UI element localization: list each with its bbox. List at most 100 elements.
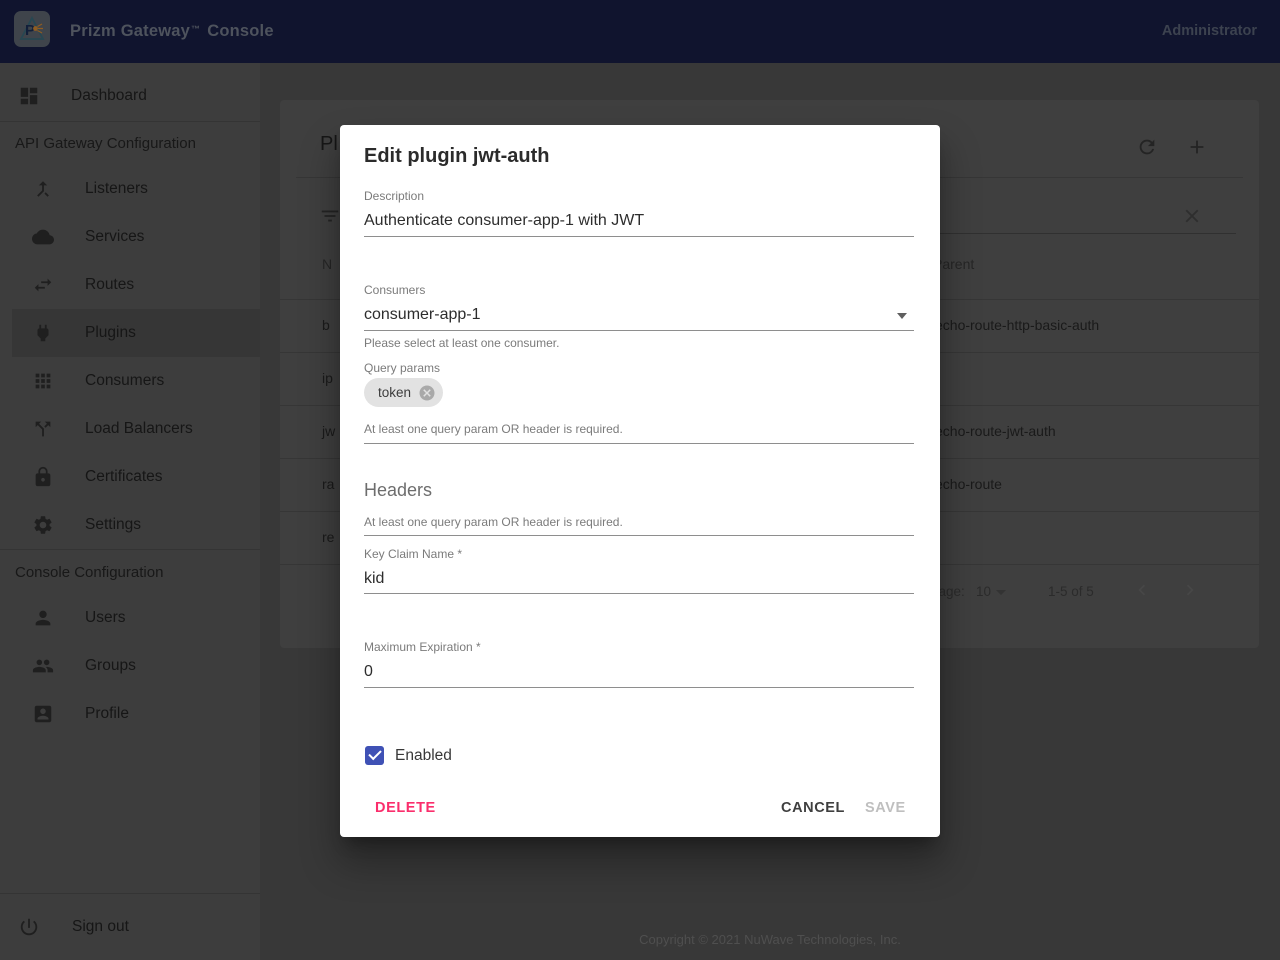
sidebar-item-label: Certificates — [85, 468, 163, 486]
table-row-parent[interactable]: echo-route — [935, 476, 1002, 492]
sidebar-item-profile[interactable]: Profile — [0, 690, 260, 738]
refresh-icon[interactable] — [1136, 136, 1158, 158]
trademark: ™ — [191, 24, 200, 34]
delete-button[interactable]: DELETE — [375, 800, 436, 816]
sidebar-item-users[interactable]: Users — [0, 594, 260, 642]
chip-remove-icon[interactable] — [418, 384, 436, 402]
apps-grid-icon — [32, 370, 54, 392]
cloud-icon — [32, 226, 54, 248]
page-previous-icon[interactable] — [1131, 579, 1153, 601]
key-claim-name-label: Key Claim Name * — [364, 547, 462, 561]
sidebar-item-label: Dashboard — [71, 87, 147, 105]
per-page-caret-icon[interactable] — [996, 590, 1006, 595]
chevron-down-icon[interactable] — [897, 313, 907, 319]
sidebar-item-label: Users — [85, 609, 125, 627]
per-page-select[interactable]: 10 — [976, 584, 991, 599]
divider — [0, 549, 260, 550]
sidebar-item-routes[interactable]: Routes — [0, 261, 260, 309]
call-split-icon — [32, 418, 54, 440]
consumers-label: Consumers — [364, 283, 425, 297]
copyright-text: Copyright © 2021 NuWave Technologies, In… — [260, 932, 1280, 947]
sidebar-item-plugins[interactable]: Plugins — [0, 309, 260, 357]
prizm-logo-icon: P — [14, 11, 50, 47]
pagination-range: 1-5 of 5 — [1048, 584, 1094, 599]
description-input[interactable]: Authenticate consumer-app-1 with JWT — [364, 212, 644, 230]
sidebar-item-groups[interactable]: Groups — [0, 642, 260, 690]
cancel-button[interactable]: CANCEL — [781, 800, 845, 816]
consumers-hint: Please select at least one consumer. — [364, 336, 559, 350]
field-underline — [364, 443, 914, 444]
save-button[interactable]: SAVE — [865, 800, 906, 816]
dialog-title: Edit plugin jwt-auth — [364, 145, 550, 168]
query-param-chip[interactable]: token — [364, 378, 443, 407]
query-params-hint: At least one query param OR header is re… — [364, 422, 623, 436]
headers-hint: At least one query param OR header is re… — [364, 515, 623, 529]
sidebar-item-listeners[interactable]: Listeners — [0, 165, 260, 213]
table-row-name[interactable]: ra — [322, 476, 334, 492]
sign-out-button[interactable]: Sign out — [0, 903, 260, 951]
add-icon[interactable] — [1186, 136, 1208, 158]
sidebar-item-label: Profile — [85, 705, 129, 723]
key-claim-name-input[interactable]: kid — [364, 570, 384, 588]
page-title: Pl — [320, 133, 338, 156]
brand-name: Prizm Gateway — [70, 22, 190, 41]
dashboard-icon — [18, 85, 40, 107]
sidebar-item-dashboard[interactable]: Dashboard — [0, 72, 260, 120]
sidebar-item-label: Consumers — [85, 372, 164, 390]
merge-icon — [32, 178, 54, 200]
screen: P Prizm Gateway™ Console Administrator D… — [0, 0, 1280, 960]
plug-icon — [32, 322, 54, 344]
field-underline — [364, 593, 914, 594]
gear-icon — [32, 514, 54, 536]
enabled-checkbox[interactable] — [365, 746, 384, 765]
sidebar-item-label: Plugins — [85, 324, 136, 342]
consumers-select[interactable]: consumer-app-1 — [364, 306, 481, 324]
table-row-name[interactable]: jw — [322, 423, 335, 439]
headers-section-title: Headers — [364, 480, 432, 501]
sidebar-item-settings[interactable]: Settings — [0, 501, 260, 549]
filter-icon[interactable] — [319, 205, 341, 227]
page-next-icon[interactable] — [1179, 579, 1201, 601]
sidebar-item-label: Sign out — [72, 918, 129, 936]
table-row-name[interactable]: b — [322, 317, 330, 333]
sidebar-item-label: Groups — [85, 657, 136, 675]
sidebar-item-load-balancers[interactable]: Load Balancers — [0, 405, 260, 453]
sidebar-item-services[interactable]: Services — [0, 213, 260, 261]
enabled-label: Enabled — [395, 747, 452, 765]
field-underline — [364, 330, 914, 331]
query-params-label: Query params — [364, 361, 440, 375]
product-name: Console — [207, 22, 274, 41]
lock-icon — [32, 466, 54, 488]
table-row-name[interactable]: ip — [322, 370, 333, 386]
table-row-parent[interactable]: echo-route-jwt-auth — [935, 423, 1056, 439]
table-row-parent[interactable]: echo-route-http-basic-auth — [935, 317, 1099, 333]
maximum-expiration-label: Maximum Expiration * — [364, 640, 481, 654]
sidebar-item-label: Routes — [85, 276, 134, 294]
description-label: Description — [364, 189, 424, 203]
sidebar-item-certificates[interactable]: Certificates — [0, 453, 260, 501]
section-title-api-gateway: API Gateway Configuration — [15, 135, 196, 152]
field-underline — [364, 535, 914, 536]
field-underline — [364, 236, 914, 237]
svg-text:P: P — [25, 22, 35, 39]
edit-plugin-dialog: Edit plugin jwt-auth Description Authent… — [340, 125, 940, 837]
swap-horizontal-icon — [32, 274, 54, 296]
divider — [0, 893, 260, 894]
sidebar-item-consumers[interactable]: Consumers — [0, 357, 260, 405]
section-title-console-config: Console Configuration — [15, 564, 163, 581]
divider — [0, 121, 260, 122]
sidebar-item-label: Settings — [85, 516, 141, 534]
column-header-name: N — [322, 256, 332, 272]
sidebar-nav: Dashboard API Gateway Configuration List… — [0, 63, 260, 960]
people-icon — [32, 655, 54, 677]
app-header: P Prizm Gateway™ Console Administrator — [0, 0, 1280, 63]
person-icon — [32, 607, 54, 629]
app-title: Prizm Gateway™ Console — [70, 0, 274, 63]
user-menu[interactable]: Administrator — [1162, 23, 1257, 39]
sidebar-item-label: Load Balancers — [85, 420, 193, 438]
clear-filter-icon[interactable] — [1181, 205, 1203, 227]
chip-label: token — [378, 385, 411, 400]
table-row-name[interactable]: re — [322, 529, 334, 545]
field-underline — [364, 687, 914, 688]
maximum-expiration-input[interactable]: 0 — [364, 663, 373, 681]
